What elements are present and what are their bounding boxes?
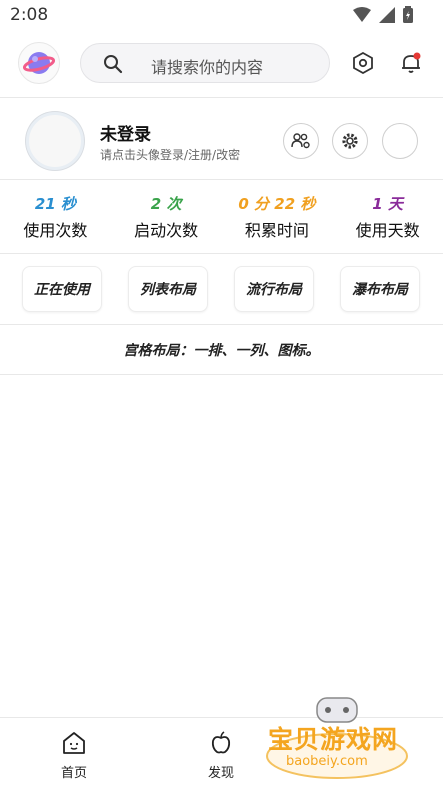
status-icons <box>353 6 413 27</box>
stat-label: 使用天数 <box>355 221 420 240</box>
tab-discover[interactable]: 发现 <box>191 730 251 781</box>
stat-launch-count: 2 次 启动次数 <box>111 193 222 243</box>
user-hint: 请点击头像登录/注册/改密 <box>100 148 241 162</box>
layout-button-list[interactable]: 列表布局 <box>128 266 208 312</box>
user-name: 未登录 <box>100 125 151 145</box>
wifi-icon <box>353 6 371 27</box>
watermark-text: 宝贝游戏网 <box>268 725 399 754</box>
settings-button[interactable] <box>332 123 368 159</box>
app-logo[interactable] <box>18 42 60 84</box>
grid-layout-note: 宫格布局：一排、一列、图标。 <box>123 343 320 359</box>
signal-icon <box>379 6 395 27</box>
stat-usage-count: 21 秒 使用次数 <box>0 193 111 243</box>
apple-icon <box>211 731 231 754</box>
stat-value: 21 秒 <box>34 195 76 213</box>
battery-icon <box>403 6 413 27</box>
settings-hexagon-button[interactable] <box>344 44 382 82</box>
home-icon <box>63 732 85 754</box>
watermark-logo: 宝贝游戏网 baobeiy.com <box>262 694 412 784</box>
notification-button[interactable] <box>392 44 430 82</box>
stats-row: 21 秒 使用次数 2 次 启动次数 0 分 22 秒 积累时间 1 天 使用天… <box>0 193 443 243</box>
watermark-url: baobeiy.com <box>286 754 368 769</box>
search-input[interactable]: 请搜索你的内容 <box>80 43 330 83</box>
stats-divider <box>0 253 443 254</box>
extra-circle-button[interactable] <box>382 123 418 159</box>
search-placeholder: 请搜索你的内容 <box>151 58 264 77</box>
stat-accumulated-time: 0 分 22 秒 积累时间 <box>222 193 333 243</box>
gear-icon <box>342 133 358 149</box>
bell-icon <box>402 52 421 73</box>
user-divider <box>0 179 443 180</box>
hexagon-settings-icon <box>353 52 373 74</box>
avatar[interactable] <box>26 112 84 170</box>
header-divider <box>0 97 443 98</box>
stat-value: 1 天 <box>372 195 403 213</box>
stat-value: 0 分 22 秒 <box>238 195 316 213</box>
stat-label: 使用次数 <box>23 221 88 240</box>
user-management-button[interactable] <box>283 123 319 159</box>
layout-button-popular[interactable]: 流行布局 <box>234 266 314 312</box>
tab-label: 首页 <box>60 766 87 781</box>
status-bar: 2:08 <box>0 0 443 30</box>
users-gear-icon <box>291 133 310 149</box>
stat-value: 2 次 <box>150 195 182 213</box>
layout-buttons: 正在使用 列表布局 流行布局 瀑布布局 <box>22 266 422 312</box>
layout-button-waterfall[interactable]: 瀑布布局 <box>340 266 420 312</box>
tab-label: 发现 <box>207 766 234 781</box>
layouts-divider <box>0 324 443 325</box>
note-divider <box>0 374 443 375</box>
tab-home[interactable]: 首页 <box>44 730 104 781</box>
layout-button-in-use[interactable]: 正在使用 <box>22 266 102 312</box>
stat-label: 启动次数 <box>134 221 199 240</box>
header: 请搜索你的内容 <box>0 38 443 88</box>
stat-label: 积累时间 <box>244 221 309 240</box>
stat-usage-days: 1 天 使用天数 <box>332 193 443 243</box>
search-icon <box>103 54 123 78</box>
status-time: 2:08 <box>10 5 49 25</box>
